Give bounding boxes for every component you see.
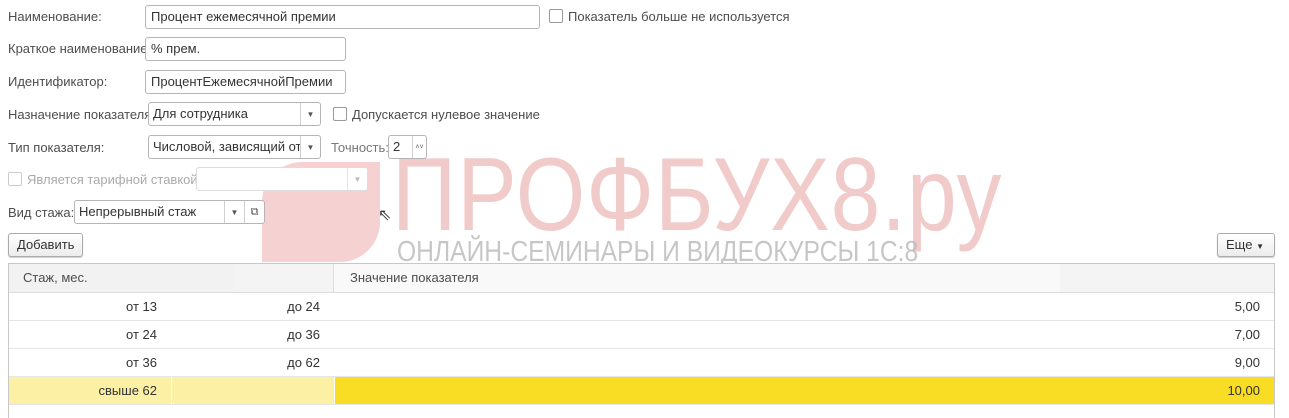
purpose-value: Для сотрудника bbox=[153, 106, 248, 121]
cell-to[interactable]: до 62 bbox=[172, 349, 334, 376]
header-empty bbox=[1060, 264, 1274, 293]
cell-value[interactable]: 5,00 bbox=[335, 293, 1274, 320]
chevron-down-icon[interactable]: ▼ bbox=[347, 168, 367, 190]
seniority-table[interactable]: Стаж, мес. Значение показателя от 13 до 2… bbox=[8, 263, 1275, 418]
tariff-label: Является тарифной ставкой bbox=[27, 172, 198, 187]
name-label: Наименование: bbox=[8, 9, 102, 24]
cell-value[interactable]: 7,00 bbox=[335, 321, 1274, 348]
cell-value[interactable]: 9,00 bbox=[335, 349, 1274, 376]
header-seniority[interactable]: Стаж, мес. bbox=[9, 264, 233, 293]
table-row[interactable]: от 36 до 62 9,00 bbox=[9, 349, 1274, 377]
precision-spinner[interactable]: 2 ˄˅ bbox=[388, 135, 427, 159]
seniority-label: Вид стажа: bbox=[8, 205, 75, 220]
more-button[interactable]: Еще ▼ bbox=[1217, 233, 1275, 257]
zero-allowed-label: Допускается нулевое значение bbox=[352, 107, 540, 122]
cell-to[interactable]: до 24 bbox=[172, 293, 334, 320]
spin-arrows-icon[interactable]: ˄˅ bbox=[412, 136, 426, 158]
seniority-value: Непрерывный стаж bbox=[79, 204, 197, 219]
header-seniority-to[interactable] bbox=[233, 264, 334, 293]
short-name-input[interactable]: % прем. bbox=[145, 37, 346, 61]
cell-from[interactable]: от 36 bbox=[9, 349, 171, 376]
chevron-down-icon[interactable]: ▼ bbox=[224, 201, 244, 223]
chevron-down-icon[interactable]: ▼ bbox=[300, 136, 320, 158]
chevron-down-icon[interactable]: ▼ bbox=[300, 103, 320, 125]
identifier-input[interactable]: ПроцентЕжемесячнойПремии bbox=[145, 70, 346, 94]
short-name-label: Краткое наименование: bbox=[8, 41, 152, 56]
cell-from[interactable]: от 13 bbox=[9, 293, 171, 320]
identifier-label: Идентификатор: bbox=[8, 74, 108, 89]
tariff-value bbox=[197, 168, 347, 190]
name-input[interactable]: Процент ежемесячной премии bbox=[145, 5, 540, 29]
cell-from[interactable]: от 24 bbox=[9, 321, 171, 348]
watermark-logo: ПРОФБУХ8.ру bbox=[392, 137, 1003, 253]
table-row[interactable]: свыше 62 10,00 bbox=[9, 377, 1274, 405]
type-value: Числовой, зависящий от bbox=[153, 139, 300, 154]
table-row[interactable]: от 13 до 24 5,00 bbox=[9, 293, 1274, 321]
chevron-down-icon: ▼ bbox=[1256, 242, 1264, 251]
table-row[interactable]: от 24 до 36 7,00 bbox=[9, 321, 1274, 349]
open-icon[interactable]: ⧉ bbox=[244, 201, 264, 223]
header-value[interactable]: Значение показателя bbox=[334, 264, 1060, 293]
zero-allowed-checkbox[interactable] bbox=[333, 107, 347, 121]
purpose-select[interactable]: Для сотрудника ▼ bbox=[148, 102, 321, 126]
tariff-select[interactable]: ▼ bbox=[196, 167, 368, 191]
add-button[interactable]: Добавить bbox=[8, 233, 84, 257]
type-label: Тип показателя: bbox=[8, 140, 105, 155]
precision-label: Точность: bbox=[331, 140, 389, 155]
seniority-select[interactable]: Непрерывный стаж ▼ ⧉ bbox=[74, 200, 265, 224]
precision-value: 2 bbox=[393, 139, 401, 154]
cell-to[interactable]: до 36 bbox=[172, 321, 334, 348]
unused-label: Показатель больше не используется bbox=[568, 9, 790, 24]
more-label: Еще bbox=[1226, 237, 1253, 252]
tariff-checkbox[interactable] bbox=[8, 172, 22, 186]
type-select[interactable]: Числовой, зависящий от ▼ bbox=[148, 135, 321, 159]
cell-value[interactable]: 10,00 bbox=[335, 377, 1274, 404]
unused-checkbox[interactable] bbox=[549, 9, 563, 23]
cell-to[interactable] bbox=[172, 377, 334, 404]
mouse-cursor-icon: ⇖ bbox=[378, 207, 392, 224]
cell-from[interactable]: свыше 62 bbox=[9, 377, 171, 404]
purpose-label: Назначение показателя: bbox=[8, 107, 155, 122]
